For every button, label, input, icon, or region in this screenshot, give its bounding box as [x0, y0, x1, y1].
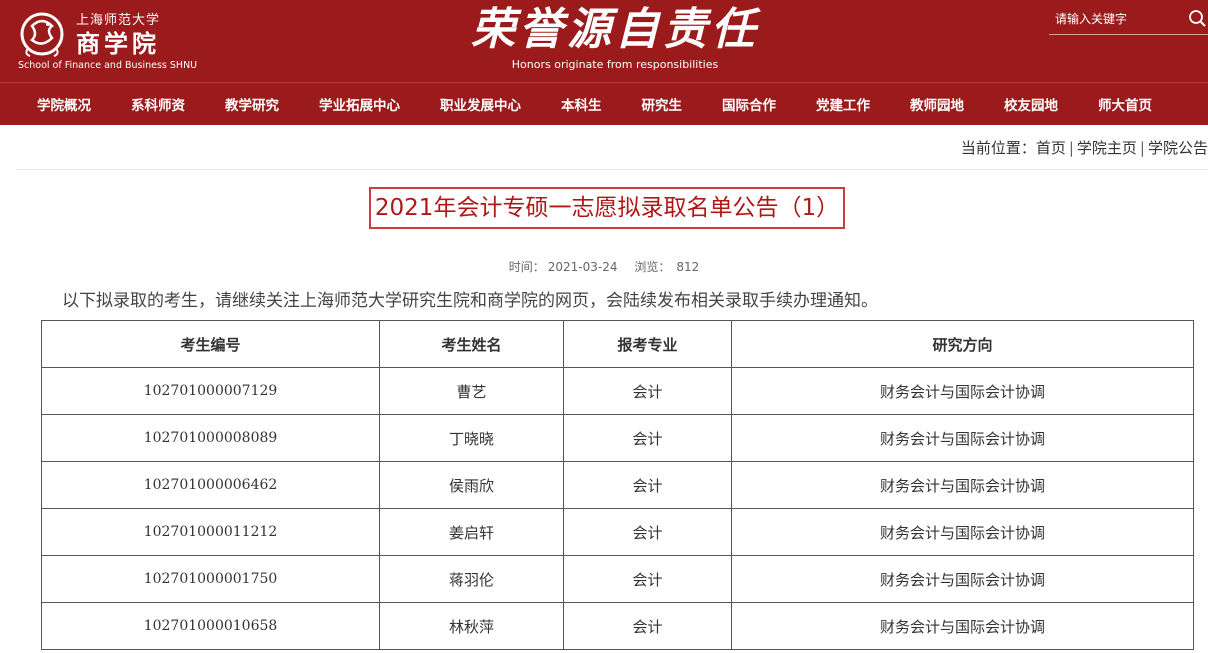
table-row: 102701000011212 姜启轩 会计 财务会计与国际会计协调 — [41, 508, 1194, 556]
cell-candidate-name: 姜启轩 — [379, 508, 564, 556]
cell-candidate-id: 102701000007129 — [41, 367, 380, 415]
article-meta: 时间： 2021-03-24 浏览： 812 — [0, 258, 1208, 275]
article-intro: 以下拟录取的考生，请继续关注上海师范大学研究生院和商学院的网页，会陆续发布相关录… — [62, 291, 878, 311]
cell-candidate-id: 102701000011212 — [41, 508, 380, 556]
nav-item-party-building[interactable]: 党建工作 — [816, 94, 870, 114]
cell-research-direction: 财务会计与国际会计协调 — [731, 602, 1194, 650]
cell-candidate-id: 102701000008089 — [41, 414, 380, 462]
article-title: 2021年会计专硕一志愿拟录取名单公告（1） — [374, 195, 840, 221]
table-row: 102701000007129 曹艺 会计 财务会计与国际会计协调 — [41, 367, 1194, 415]
main-nav: 学院概况 系科师资 教学研究 学业拓展中心 职业发展中心 本科生 研究生 国际合… — [0, 82, 1208, 125]
slogan: 荣誉源自责任 Honors originate from responsibil… — [470, 4, 760, 72]
time-label: 时间： — [508, 260, 545, 274]
breadcrumb-home[interactable]: 首页 — [1036, 139, 1066, 157]
nav-item-teachers[interactable]: 教师园地 — [910, 94, 964, 114]
logo-english-name: School of Finance and Business SHNU — [18, 60, 198, 71]
nav-item-shnu-home[interactable]: 师大首页 — [1098, 94, 1152, 114]
cell-candidate-name: 侯雨欣 — [379, 461, 564, 509]
cell-candidate-name: 曹艺 — [379, 367, 564, 415]
cell-major: 会计 — [563, 367, 732, 415]
cell-candidate-id: 102701000006462 — [41, 461, 380, 509]
cell-research-direction: 财务会计与国际会计协调 — [731, 414, 1194, 462]
col-header-candidate-name: 考生姓名 — [379, 320, 564, 368]
table-row: 102701000008089 丁晓晓 会计 财务会计与国际会计协调 — [41, 414, 1194, 462]
breadcrumb-college-home[interactable]: 学院主页 — [1077, 139, 1137, 157]
breadcrumb-bar: 当前位置：首页 | 学院主页 | 学院公告 — [16, 125, 1208, 170]
nav-item-graduate[interactable]: 研究生 — [642, 94, 683, 114]
cell-candidate-id: 102701000010658 — [41, 602, 380, 650]
cell-research-direction: 财务会计与国际会计协调 — [731, 367, 1194, 415]
nav-item-departments-faculty[interactable]: 系科师资 — [131, 94, 185, 114]
col-header-research-direction: 研究方向 — [731, 320, 1194, 368]
nav-item-international[interactable]: 国际合作 — [722, 94, 776, 114]
cell-candidate-name: 丁晓晓 — [379, 414, 564, 462]
table-row: 102701000010658 林秋萍 会计 财务会计与国际会计协调 — [41, 602, 1194, 650]
breadcrumb-separator: | — [1139, 139, 1145, 157]
slogan-chinese: 荣誉源自责任 — [471, 4, 759, 55]
article-title-box: 2021年会计专硕一志愿拟录取名单公告（1） — [369, 187, 845, 229]
cell-major: 会计 — [563, 414, 732, 462]
views-label: 浏览： — [634, 260, 671, 274]
logo-college-name: 商学院 — [76, 29, 160, 58]
site-header: 上海师范大学 商学院 School of Finance and Busines… — [0, 0, 1208, 82]
breadcrumb-announcements[interactable]: 学院公告 — [1148, 139, 1208, 157]
cell-candidate-name: 蒋羽伦 — [379, 555, 564, 603]
cell-major: 会计 — [563, 508, 732, 556]
search-input[interactable] — [1049, 8, 1185, 30]
nav-item-career-center[interactable]: 职业发展中心 — [440, 94, 521, 114]
table-row: 102701000001750 蒋羽伦 会计 财务会计与国际会计协调 — [41, 555, 1194, 603]
nav-item-teaching-research[interactable]: 教学研究 — [225, 94, 279, 114]
nav-item-college-overview[interactable]: 学院概况 — [37, 94, 91, 114]
publish-date: 2021-03-24 — [547, 260, 618, 274]
cell-research-direction: 财务会计与国际会计协调 — [731, 461, 1194, 509]
col-header-candidate-id: 考生编号 — [41, 320, 380, 368]
cell-candidate-name: 林秋萍 — [379, 602, 564, 650]
cell-major: 会计 — [563, 555, 732, 603]
table-header-row: 考生编号 考生姓名 报考专业 研究方向 — [41, 320, 1194, 368]
breadcrumb-label: 当前位置： — [960, 139, 1036, 157]
col-header-major: 报考专业 — [563, 320, 732, 368]
cell-major: 会计 — [563, 461, 732, 509]
nav-item-alumni[interactable]: 校友园地 — [1004, 94, 1058, 114]
cell-research-direction: 财务会计与国际会计协调 — [731, 555, 1194, 603]
breadcrumb: 当前位置：首页 | 学院主页 | 学院公告 — [961, 137, 1208, 158]
breadcrumb-separator: | — [1068, 139, 1074, 157]
dragon-emblem-icon — [20, 12, 64, 57]
view-count: 812 — [676, 260, 700, 274]
school-logo[interactable]: 上海师范大学 商学院 School of Finance and Busines… — [14, 6, 214, 76]
search-icon[interactable] — [1188, 9, 1206, 29]
search-box — [1049, 6, 1208, 35]
slogan-english: Honors originate from responsibilities — [511, 58, 719, 71]
cell-candidate-id: 102701000001750 — [41, 555, 380, 603]
cell-major: 会计 — [563, 602, 732, 650]
table-row: 102701000006462 侯雨欣 会计 财务会计与国际会计协调 — [41, 461, 1194, 509]
admission-table: 考生编号 考生姓名 报考专业 研究方向 102701000007129 曹艺 会… — [41, 320, 1194, 650]
nav-item-undergraduate[interactable]: 本科生 — [561, 94, 602, 114]
nav-item-academic-expansion[interactable]: 学业拓展中心 — [319, 94, 400, 114]
cell-research-direction: 财务会计与国际会计协调 — [731, 508, 1194, 556]
